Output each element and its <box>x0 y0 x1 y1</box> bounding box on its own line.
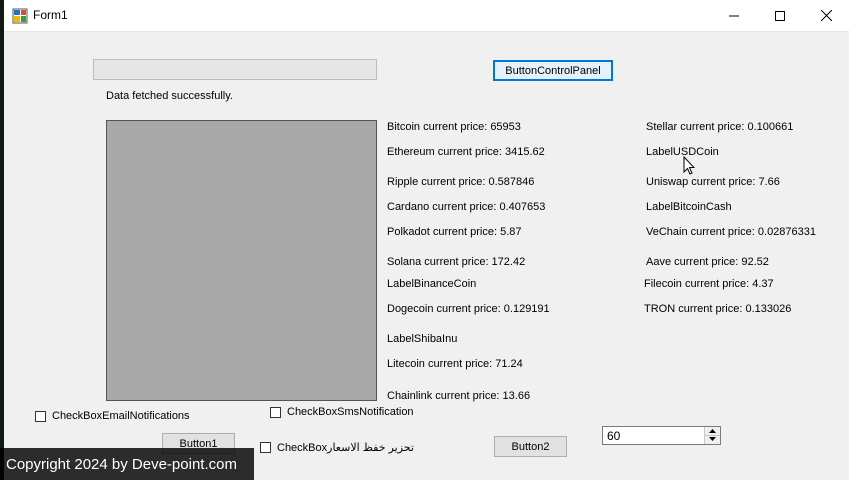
price-label-aave: Aave current price: 92.52 <box>646 256 769 268</box>
control-panel-button[interactable]: ButtonControlPanel <box>493 60 613 81</box>
arrow-down-icon <box>709 437 716 441</box>
price-label-solana: Solana current price: 172.42 <box>387 256 526 268</box>
button2[interactable]: Button2 <box>494 436 567 457</box>
price-label-vechain: VeChain current price: 0.02876331 <box>646 226 817 238</box>
progress-bar <box>93 59 377 80</box>
email-checkbox-box[interactable] <box>35 410 46 422</box>
close-icon <box>820 10 832 21</box>
price-label-chainlink: Chainlink current price: 13.66 <box>387 390 531 402</box>
mouse-cursor-icon <box>683 156 695 175</box>
price-label-shibainu: LabelShibaInu <box>387 333 458 345</box>
maximize-icon <box>775 10 785 21</box>
price-label-uniswap: Uniswap current price: 7.66 <box>646 176 780 188</box>
spin-down-button[interactable] <box>705 435 720 443</box>
app-icon <box>12 8 28 24</box>
sms-checkbox-box[interactable] <box>270 406 281 418</box>
price-label-binancecoin: LabelBinanceCoin <box>387 278 477 290</box>
picture-box <box>106 120 377 401</box>
price-drop-warning-checkbox[interactable]: CheckBoxتحزير خفظ الاسعار <box>260 441 414 454</box>
minimize-button[interactable] <box>711 0 757 31</box>
status-label: Data fetched successfully. <box>106 90 233 102</box>
minimize-icon <box>729 15 739 16</box>
close-button[interactable] <box>803 0 849 31</box>
title-bar[interactable]: Form1 <box>4 0 849 32</box>
sms-notification-checkbox[interactable]: CheckBoxSmsNotification <box>270 406 414 418</box>
spin-buttons <box>704 427 720 444</box>
price-label-cardano: Cardano current price: 0.407653 <box>387 201 546 213</box>
price-label-dogecoin: Dogecoin current price: 0.129191 <box>387 303 550 315</box>
price-drop-checkbox-label: CheckBoxتحزير خفظ الاسعار <box>277 442 414 454</box>
price-label-polkadot: Polkadot current price: 5.87 <box>387 226 522 238</box>
numeric-value[interactable]: 60 <box>607 429 620 443</box>
price-label-litecoin: Litecoin current price: 71.24 <box>387 358 523 370</box>
maximize-button[interactable] <box>757 0 803 31</box>
window-title: Form1 <box>33 8 68 22</box>
email-notifications-checkbox[interactable]: CheckBoxEmailNotifications <box>35 410 190 422</box>
copyright-watermark: Copyright 2024 by Deve-point.com <box>0 448 254 480</box>
numeric-up-down[interactable]: 60 <box>602 426 721 445</box>
price-label-filecoin: Filecoin current price: 4.37 <box>644 278 774 290</box>
price-label-bitcoincash: LabelBitcoinCash <box>646 201 732 213</box>
price-drop-checkbox-box[interactable] <box>260 442 271 453</box>
price-label-tron: TRON current price: 0.133026 <box>644 303 792 315</box>
email-checkbox-label: CheckBoxEmailNotifications <box>52 410 190 422</box>
price-label-ripple: Ripple current price: 0.587846 <box>387 176 535 188</box>
price-label-bitcoin: Bitcoin current price: 65953 <box>387 121 521 133</box>
price-label-ethereum: Ethereum current price: 3415.62 <box>387 146 545 158</box>
arrow-up-icon <box>709 429 716 433</box>
main-window: Form1 ButtonControlPanel Data fetched su… <box>4 0 849 480</box>
sms-checkbox-label: CheckBoxSmsNotification <box>287 406 414 418</box>
price-label-stellar: Stellar current price: 0.100661 <box>646 121 794 133</box>
